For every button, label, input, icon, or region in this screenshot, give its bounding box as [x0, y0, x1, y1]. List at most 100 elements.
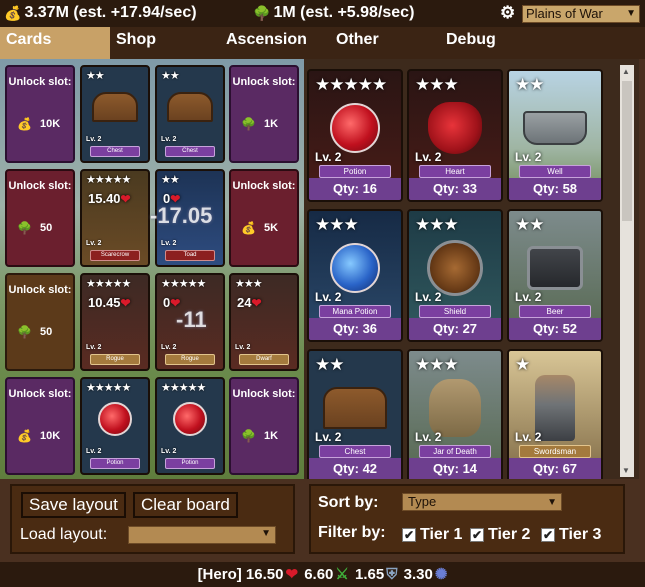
checkbox-checked-icon[interactable]: ✔	[541, 528, 555, 542]
card-stars: ★★★	[415, 75, 459, 94]
card-stars: ★★★★★	[161, 278, 206, 290]
board-card[interactable]: ★★★★★ Lv. 2 Potion	[80, 377, 150, 475]
slot-cost-value: 5K	[263, 222, 279, 234]
filter-tier-label: Tier 1	[420, 526, 463, 543]
tab-other[interactable]: Other	[330, 27, 430, 59]
coin-bag-icon: 💰	[17, 429, 32, 443]
collection-scrollbar[interactable]: ▲ ▼	[620, 65, 634, 477]
card-name: Potion	[165, 458, 215, 469]
sort-label: Sort by:	[318, 494, 379, 511]
card-stars: ★	[515, 355, 530, 374]
card-quantity: Qty: 14	[409, 458, 501, 479]
unlock-slot[interactable]: Unlock slot: 🌳 1K	[229, 65, 299, 163]
collection-card[interactable]: ★★ Lv. 2 Chest Qty: 42	[307, 349, 403, 479]
card-level: Lv. 2	[86, 240, 102, 247]
filter-tier-1[interactable]: ✔ Tier 1	[402, 526, 462, 544]
card-quantity: Qty: 42	[309, 458, 401, 479]
unlock-slot[interactable]: Unlock slot: 🌳 50	[5, 273, 75, 371]
collection-card[interactable]: ★★★ Lv. 2 Heart Qty: 33	[407, 69, 503, 202]
filter-tier-label: Tier 3	[559, 526, 602, 543]
health-value: 24	[237, 295, 252, 310]
card-stars: ★★	[161, 174, 180, 186]
hero-defense: 1.65	[355, 566, 385, 583]
card-stars: ★★★★★	[86, 382, 131, 394]
slot-cost-value: 10K	[39, 430, 61, 442]
board-card[interactable]: ★★★★★ 10.45❤ Lv. 2 Rogue	[80, 273, 150, 371]
resource-bar: 💰 3.37M (est. +17.94/sec) 🌳 1M (est. +5.…	[0, 0, 645, 27]
card-stars: ★★	[161, 70, 180, 82]
collection-card[interactable]: ★★★ Lv. 2 Mana Potion Qty: 36	[307, 209, 403, 342]
slot-cost: 🌳 50	[17, 221, 52, 235]
unlock-slot[interactable]: Unlock slot: 💰 5K	[229, 169, 299, 267]
zone-value: Plains of War	[526, 6, 603, 21]
card-name: Chest	[165, 146, 215, 157]
beer-image	[527, 245, 583, 290]
board-card[interactable]: ★★ Lv. 2 Chest	[155, 65, 225, 163]
slot-cost-value: 1K	[263, 118, 279, 130]
collection-card[interactable]: ★★★ Lv. 2 Shield Qty: 27	[407, 209, 503, 342]
collection-card[interactable]: ★★★★★ Lv. 2 Potion Qty: 16	[307, 69, 403, 202]
heart-image	[428, 101, 482, 154]
gear-icon[interactable]: ⚙	[500, 3, 515, 23]
card-board: Unlock slot: 💰 10K ★★ Lv. 2 Chest ★★ Lv. …	[0, 59, 304, 479]
crossed-swords-icon: ⚔	[335, 566, 349, 583]
card-stars: ★★	[515, 215, 545, 234]
card-health: 24❤	[237, 295, 262, 310]
unlock-slot[interactable]: Unlock slot: 🌳 1K	[229, 377, 299, 475]
collection-card[interactable]: ★ Lv. 2 Swordsman Qty: 67	[507, 349, 603, 479]
coin-bag-icon: 💰	[4, 4, 22, 21]
card-name: Well	[519, 165, 591, 178]
layout-panel: Save layout Clear board Load layout: ▼	[10, 484, 295, 554]
tab-shop[interactable]: Shop	[110, 27, 210, 59]
card-stars: ★★	[315, 355, 345, 374]
filter-tier-2[interactable]: ✔ Tier 2	[470, 526, 530, 544]
card-level: Lv. 2	[86, 448, 102, 455]
collection-card[interactable]: ★★ Lv. 2 Well Qty: 58	[507, 69, 603, 202]
slot-cost: 🌳 1K	[241, 117, 278, 131]
card-name: Jar of Death	[419, 445, 491, 458]
collection-card[interactable]: ★★ Lv. 2 Beer Qty: 52	[507, 209, 603, 342]
tree-icon: 🌳	[253, 4, 271, 21]
card-name: Rogue	[90, 354, 140, 365]
card-health: 10.45❤	[88, 295, 131, 310]
unlock-slot-label: Unlock slot:	[232, 76, 296, 88]
unlock-slot[interactable]: Unlock slot: 💰 10K	[5, 65, 75, 163]
clear-board-button[interactable]: Clear board	[133, 492, 238, 518]
scrollbar-thumb[interactable]	[622, 81, 632, 221]
tab-cards[interactable]: Cards	[0, 27, 110, 59]
board-card[interactable]: ★★★★★ Lv. 2 Potion	[155, 377, 225, 475]
card-level: Lv. 2	[315, 290, 342, 304]
load-layout-select[interactable]: ▼	[128, 526, 276, 544]
heart-icon: ❤	[285, 566, 299, 583]
card-stars: ★★★★★	[86, 278, 131, 290]
sort-value: Type	[408, 494, 437, 509]
health-value: 15.40	[88, 191, 121, 206]
card-level: Lv. 2	[161, 344, 177, 351]
scroll-down-icon[interactable]: ▼	[622, 466, 630, 475]
slot-cost: 🌳 1K	[241, 429, 278, 443]
unlock-slot[interactable]: Unlock slot: 💰 10K	[5, 377, 75, 475]
checkbox-checked-icon[interactable]: ✔	[470, 528, 484, 542]
card-quantity: Qty: 16	[309, 178, 401, 200]
card-name: Rogue	[165, 354, 215, 365]
tab-debug[interactable]: Debug	[440, 27, 540, 59]
tab-ascension[interactable]: Ascension	[220, 27, 320, 59]
card-level: Lv. 2	[515, 430, 542, 444]
card-name: Shield	[419, 305, 491, 318]
jar-image	[429, 378, 481, 437]
save-layout-button[interactable]: Save layout	[21, 492, 126, 518]
checkbox-checked-icon[interactable]: ✔	[402, 528, 416, 542]
board-card[interactable]: ★★★ 24❤ Lv. 2 Dwarf	[229, 273, 299, 371]
unlock-slot[interactable]: Unlock slot: 🌳 50	[5, 169, 75, 267]
filter-label: Filter by:	[318, 524, 386, 541]
sort-select[interactable]: Type ▼	[402, 493, 562, 511]
collection-card[interactable]: ★★★ Lv. 2 Jar of Death Qty: 14	[407, 349, 503, 479]
card-name: Chest	[319, 445, 391, 458]
zone-select[interactable]: Plains of War ▼	[522, 5, 640, 23]
card-art	[88, 83, 142, 131]
board-card[interactable]: ★★★★★ 15.40❤ Lv. 2 Scarecrow	[80, 169, 150, 267]
filter-tier-3[interactable]: ✔ Tier 3	[541, 526, 601, 544]
card-art	[163, 395, 217, 443]
board-card[interactable]: ★★ Lv. 2 Chest	[80, 65, 150, 163]
scroll-up-icon[interactable]: ▲	[622, 67, 630, 76]
